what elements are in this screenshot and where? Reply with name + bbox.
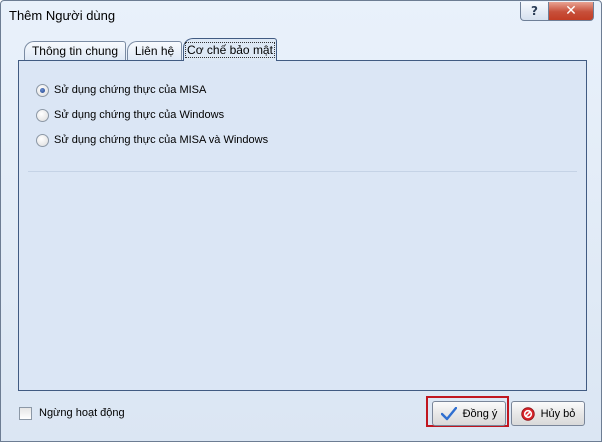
no-entry-icon — [520, 406, 535, 421]
inactive-checkbox-row[interactable]: Ngừng hoạt động — [19, 405, 125, 421]
help-icon: ? — [531, 4, 538, 18]
ok-button-label: Đồng ý — [462, 407, 498, 420]
checkmark-icon — [440, 406, 457, 421]
radio-option-windows[interactable]: Sử dụng chứng thực của Windows — [36, 106, 224, 124]
radio-option-misa[interactable]: Sử dụng chứng thực của MISA — [36, 81, 206, 99]
tab-security[interactable]: Cơ chế bảo mật — [183, 38, 277, 61]
radio-button[interactable] — [36, 108, 49, 122]
tab-strip: Thông tin chung Liên hệ Cơ chế bảo mật — [18, 38, 588, 61]
close-button[interactable]: ✕ — [548, 2, 594, 21]
help-button[interactable]: ? — [520, 2, 549, 21]
dialog-window: Thêm Người dùng ? ✕ Thông tin chung Liên… — [0, 0, 602, 442]
tab-label: Thông tin chung — [31, 44, 119, 58]
radio-button[interactable] — [36, 133, 49, 147]
title-bar[interactable]: Thêm Người dùng ? ✕ — [1, 1, 601, 31]
window-title: Thêm Người dùng — [9, 8, 116, 23]
tab-label: Liên hệ — [134, 44, 175, 58]
tab-contact[interactable]: Liên hệ — [127, 41, 182, 61]
tab-general-info[interactable]: Thông tin chung — [24, 41, 126, 61]
inactive-label: Ngừng hoạt động — [39, 407, 125, 419]
radio-label: Sử dụng chứng thực của MISA và Windows — [54, 134, 269, 146]
tab-label: Cơ chế bảo mật — [185, 42, 275, 58]
close-icon: ✕ — [565, 3, 577, 19]
radio-selected-dot — [40, 87, 45, 93]
cancel-button[interactable]: Hủy bỏ — [511, 401, 585, 426]
inactive-checkbox[interactable] — [19, 406, 32, 420]
radio-label: Sử dụng chứng thực của MISA — [54, 84, 207, 96]
auth-option-group: Sử dụng chứng thực của MISA Sử dụng chứn… — [28, 71, 577, 172]
security-tab-panel: Sử dụng chứng thực của MISA Sử dụng chứn… — [18, 60, 587, 391]
radio-button[interactable] — [36, 83, 49, 97]
ok-button[interactable]: Đồng ý — [432, 401, 506, 426]
radio-option-misa-and-windows[interactable]: Sử dụng chứng thực của MISA và Windows — [36, 131, 268, 149]
cancel-button-label: Hủy bỏ — [540, 407, 576, 420]
radio-label: Sử dụng chứng thực của Windows — [54, 109, 225, 121]
